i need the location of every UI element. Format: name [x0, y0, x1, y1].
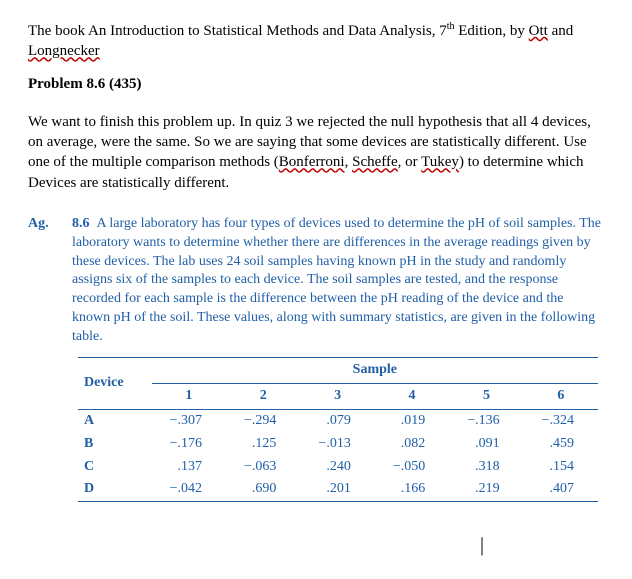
table-row: C .137 −.063 .240 −.050 .318 .154 — [78, 456, 598, 479]
sample-header: Sample — [152, 357, 598, 383]
value-cell: −.307 — [152, 409, 226, 432]
author-ott: Ott — [529, 23, 548, 39]
value-cell: .154 — [524, 456, 598, 479]
and-text: and — [548, 23, 573, 39]
value-cell: −.050 — [375, 456, 449, 479]
book-reference: The book An Introduction to Statistical … — [28, 20, 604, 62]
book-ref-prefix: The book An Introduction to Statistical … — [28, 23, 447, 39]
value-cell: .125 — [226, 433, 300, 456]
value-cell: .079 — [300, 409, 374, 432]
value-cell: .091 — [449, 433, 523, 456]
device-cell: D — [78, 478, 152, 501]
device-header: Device — [78, 357, 152, 409]
value-cell: .318 — [449, 456, 523, 479]
comma-2: , or — [398, 154, 421, 170]
col-header-6: 6 — [524, 383, 598, 409]
device-cell: C — [78, 456, 152, 479]
device-cell: B — [78, 433, 152, 456]
ag-label: Ag. — [28, 215, 54, 234]
value-cell: −.136 — [449, 409, 523, 432]
value-cell: −.324 — [524, 409, 598, 432]
instruction-paragraph: We want to finish this problem up. In qu… — [28, 112, 604, 193]
exercise-text: A large laboratory has four types of dev… — [72, 216, 601, 344]
device-cell: A — [78, 409, 152, 432]
col-header-1: 1 — [152, 383, 226, 409]
value-cell: −.042 — [152, 478, 226, 501]
value-cell: .219 — [449, 478, 523, 501]
value-cell: .166 — [375, 478, 449, 501]
col-header-5: 5 — [449, 383, 523, 409]
value-cell: −.013 — [300, 433, 374, 456]
value-cell: .082 — [375, 433, 449, 456]
table-row: B −.176 .125 −.013 .082 .091 .459 — [78, 433, 598, 456]
data-table: Device Sample 1 2 3 4 5 6 A −. — [72, 357, 604, 502]
value-cell: .201 — [300, 478, 374, 501]
col-header-2: 2 — [226, 383, 300, 409]
exercise-number: 8.6 — [72, 216, 90, 231]
value-cell: .240 — [300, 456, 374, 479]
exercise-body: 8.6 A large laboratory has four types of… — [72, 215, 604, 503]
value-cell: −.063 — [226, 456, 300, 479]
book-ref-middle: Edition, by — [454, 23, 528, 39]
value-cell: .137 — [152, 456, 226, 479]
value-cell: .690 — [226, 478, 300, 501]
col-header-3: 3 — [300, 383, 374, 409]
table-row: D −.042 .690 .201 .166 .219 .407 — [78, 478, 598, 501]
method-bonferroni: Bonferroni — [279, 154, 345, 170]
value-cell: .407 — [524, 478, 598, 501]
method-tukey: Tukey — [421, 154, 459, 170]
value-cell: −.294 — [226, 409, 300, 432]
col-header-4: 4 — [375, 383, 449, 409]
author-longnecker: Longnecker — [28, 43, 100, 59]
method-scheffe: Scheffe — [352, 154, 398, 170]
value-cell: .019 — [375, 409, 449, 432]
exercise-block: Ag. 8.6 A large laboratory has four type… — [28, 215, 604, 503]
problem-title: Problem 8.6 (435) — [28, 74, 604, 94]
comma-1: , — [345, 154, 353, 170]
value-cell: .459 — [524, 433, 598, 456]
table-row: A −.307 −.294 .079 .019 −.136 −.324 — [78, 409, 598, 432]
text-cursor: | — [28, 532, 604, 559]
value-cell: −.176 — [152, 433, 226, 456]
